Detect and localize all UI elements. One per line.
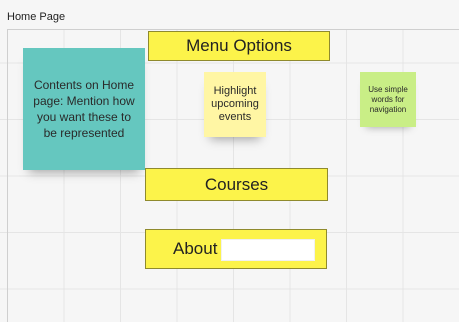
courses-label: Courses — [204, 174, 269, 194]
frame-title[interactable]: Home Page — [7, 11, 65, 23]
courses-box[interactable]: Courses — [145, 168, 328, 201]
simple-words-note-text: Use simple words for navigation — [368, 84, 408, 114]
highlight-note-text: Highlight upcoming events — [211, 85, 259, 123]
simple-words-sticky-note[interactable]: Use simple words for navigation — [360, 72, 416, 127]
contents-note-text: Contents on Home page: Mention how you w… — [33, 78, 135, 140]
frame-left-border — [7, 30, 8, 322]
menu-options-box[interactable]: Menu Options — [148, 31, 330, 61]
contents-sticky-note[interactable]: Contents on Home page: Mention how you w… — [23, 48, 145, 170]
home-page-frame[interactable]: Home Page Menu Options Contents on Home … — [0, 0, 459, 322]
highlight-events-sticky-note[interactable]: Highlight upcoming events — [204, 72, 266, 137]
menu-options-label: Menu Options — [186, 36, 292, 55]
frame-header: Home Page — [0, 0, 459, 30]
about-text-field[interactable] — [221, 239, 315, 261]
frame-header-divider — [7, 29, 459, 30]
about-label: About — [173, 239, 218, 258]
